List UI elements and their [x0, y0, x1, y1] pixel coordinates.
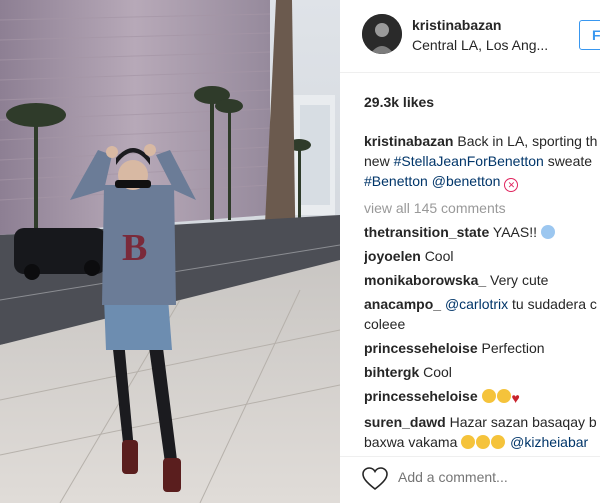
comment-text: Very cute	[490, 272, 549, 288]
comment-username[interactable]: princesseheloise	[364, 340, 478, 356]
angry-emoji-icon: ✕	[504, 178, 519, 192]
svg-text:B: B	[122, 227, 147, 269]
heart-eyes-emoji-icon	[491, 435, 506, 449]
comment-text: tu sudadera c	[512, 296, 597, 312]
caption-text: Back in LA, sporting th	[457, 133, 598, 149]
comment-text: Hazar sazan basaqay b	[449, 414, 597, 430]
avatar[interactable]	[362, 14, 402, 54]
comment-item: bihtergk Cool	[364, 362, 600, 382]
post-location[interactable]: Central LA, Los Ang...	[412, 37, 552, 53]
heart-eyes-emoji-icon	[476, 435, 491, 449]
comment-item: thetransition_state YAAS!!	[364, 222, 600, 242]
comment-mention[interactable]: @carlotrix	[445, 296, 508, 312]
comment-username[interactable]: joyoelen	[364, 248, 421, 264]
caption-hashtag-stellajean[interactable]: #StellaJeanForBenetton	[394, 153, 544, 169]
comment-username[interactable]: bihtergk	[364, 364, 419, 380]
post-header: kristinabazan Central LA, Los Ang... F	[340, 0, 600, 73]
add-comment-input[interactable]	[398, 469, 588, 485]
comment-text: Cool	[424, 248, 454, 264]
heart-eyes-emoji-icon	[461, 435, 476, 449]
add-comment-bar	[340, 456, 600, 503]
comment-item: princesseheloise ♥	[364, 386, 600, 408]
post-details-panel: kristinabazan Central LA, Los Ang... F 2…	[340, 0, 600, 503]
follow-button[interactable]: F	[579, 20, 600, 50]
smile-emoji-icon	[496, 389, 511, 403]
caption-text-3: sweate	[547, 153, 593, 169]
comment-username[interactable]: monikaborowska_	[364, 272, 486, 288]
comment-item: monikaborowska_ Very cute	[364, 270, 600, 290]
comment-item: suren_dawd Hazar sazan basaqay b baxwa v…	[364, 412, 600, 452]
avatar-image	[362, 14, 402, 54]
comments-list: kristinabazan Back in LA, sporting th ne…	[364, 131, 600, 456]
comment-username[interactable]: anacampo_	[364, 296, 441, 312]
post-photo[interactable]: B	[0, 0, 340, 503]
view-all-comments-link[interactable]: view all 145 comments	[364, 198, 600, 218]
comment-item: joyoelen Cool	[364, 246, 600, 266]
comment-item: princesseheloise Perfection	[364, 338, 600, 358]
comment-text: Cool	[423, 364, 452, 380]
screaming-emoji-icon	[540, 225, 555, 239]
comment-text: YAAS!!	[492, 224, 537, 240]
comment-text: Perfection	[481, 340, 545, 356]
comment-text-2: baxwa vakama	[364, 434, 458, 450]
street-photo-image: B	[0, 0, 340, 503]
caption-username[interactable]: kristinabazan	[364, 133, 453, 149]
comment-text-2: coleee	[364, 316, 406, 332]
caption-mention-benetton[interactable]: @benetton	[432, 173, 501, 189]
comment-username[interactable]: thetransition_state	[364, 224, 489, 240]
likes-count[interactable]: 29.3k likes	[364, 94, 434, 110]
heart-emoji-icon: ♥	[511, 390, 520, 406]
heart-icon[interactable]	[362, 467, 388, 491]
comment-mention[interactable]: @kizheiabar	[510, 434, 588, 450]
comment-username[interactable]: princesseheloise	[364, 388, 478, 404]
caption-hashtag-benetton[interactable]: #Benetton	[364, 173, 428, 189]
comment-item: anacampo_ @carlotrix tu sudadera c colee…	[364, 294, 600, 334]
post-username[interactable]: kristinabazan	[412, 17, 501, 33]
caption: kristinabazan Back in LA, sporting th ne…	[364, 131, 600, 192]
smile-emoji-icon	[481, 389, 496, 403]
comment-username[interactable]: suren_dawd	[364, 414, 446, 430]
caption-text-2: new	[364, 153, 390, 169]
